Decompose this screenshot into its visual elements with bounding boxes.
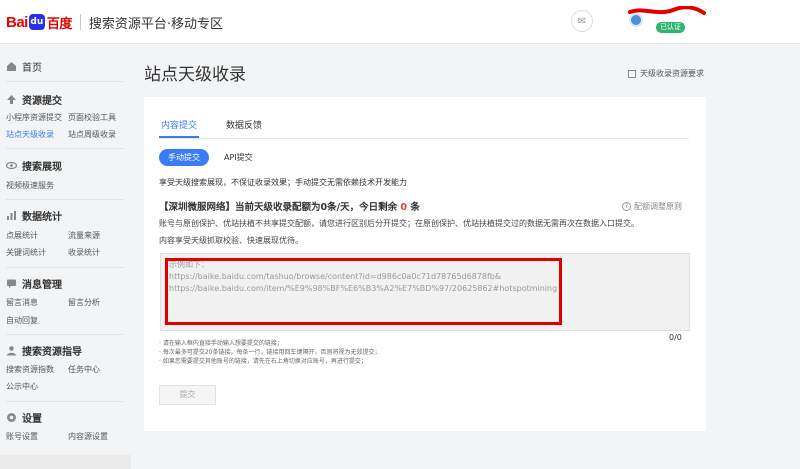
- tip-line: · 请在输入框内直接手动输入想要提交的链接；: [159, 340, 283, 347]
- sidebar-footer: [0, 455, 131, 469]
- page-title: 站点天级收录: [144, 65, 246, 85]
- sidebar-item-weekly-index[interactable]: 站点周级收录: [68, 129, 116, 140]
- url-counter: 0/0: [669, 333, 682, 342]
- tip-line: · 每次最多可提交20条链接，每条一行，链接用回车键隔开，否则将视为无效提交；: [159, 349, 381, 356]
- manual-submit-button[interactable]: 手动提交: [159, 149, 209, 166]
- sidebar-item-notice-center[interactable]: 公示中心: [6, 381, 38, 392]
- sidebar-divider: [6, 81, 124, 82]
- submit-tips: · 请在输入框内直接手动输入想要提交的链接； · 每次最多可提交20条链接，每条…: [159, 339, 380, 366]
- sidebar-item-content-source-settings[interactable]: 内容源设置: [68, 431, 108, 442]
- quota-status: 【深圳微服网络】当前天级收录配额为0条/天，今日剩余 0 条: [159, 199, 420, 213]
- sidebar-item-miniprogram-submit[interactable]: 小程序资源提交: [6, 112, 62, 123]
- sidebar-divider: [6, 199, 124, 200]
- quota-prefix: 【深圳微服网络】当前天级收录配额为0条/天，今日剩余: [159, 202, 401, 213]
- note-original-protection: 账号与原创保护、优站扶植不共享提交配额，请您进行区别后分开提交；在原创保护、优站…: [159, 219, 639, 228]
- sidebar-section-title: 搜索展现: [22, 162, 62, 173]
- requirement-link[interactable]: 天级收录资源要求: [628, 68, 704, 79]
- sidebar-item-index-stats[interactable]: 收录统计: [68, 247, 100, 258]
- gear-icon: [7, 413, 16, 422]
- submit-button[interactable]: 提交: [159, 385, 216, 405]
- submit-card: 内容提交 数据反馈 手动提交 API提交 享受天级搜索展现，不保证收录效果；手动…: [144, 97, 706, 431]
- tab-content-submit[interactable]: 内容提交: [161, 118, 197, 131]
- sidebar: 首页 资源提交 小程序资源提交 页面校验工具 站点天级收录 站点周级收录 搜索展…: [0, 45, 131, 469]
- sidebar-section-title: 消息管理: [22, 280, 62, 291]
- quota-rule-label: 配额调整原则: [634, 202, 682, 211]
- sidebar-item-task-center[interactable]: 任务中心: [68, 364, 100, 375]
- sidebar-section-search-guide: 搜索资源指导: [6, 343, 82, 358]
- mail-icon[interactable]: ✉: [571, 10, 593, 32]
- sidebar-item-auto-reply[interactable]: 自动回复: [6, 315, 38, 326]
- sidebar-home-label: 首页: [22, 63, 42, 74]
- quota-rule-link[interactable]: ? 配额调整原则: [622, 201, 682, 212]
- sidebar-section-search-display: 搜索展现: [6, 158, 62, 173]
- sidebar-item-message-analysis[interactable]: 留言分析: [68, 297, 100, 308]
- platform-title: 搜索资源平台·移动专区: [88, 16, 223, 32]
- tip-line: · 如果您需要提交其他账号的链接，请先在右上角切换对应账号，再进行提交；: [159, 358, 367, 365]
- sidebar-item-keyword-stats[interactable]: 关键词统计: [6, 247, 46, 258]
- baidu-logo[interactable]: Bai du 百度 搜索资源平台·移动专区: [6, 13, 223, 32]
- sidebar-section-settings: 设置: [6, 410, 42, 425]
- sidebar-divider: [6, 148, 124, 149]
- sidebar-item-home[interactable]: 首页: [6, 59, 42, 74]
- document-icon: [628, 69, 636, 78]
- requirement-link-label: 天级收录资源要求: [640, 69, 704, 78]
- top-header: Bai du 百度 搜索资源平台·移动专区 ✉ 已认证: [0, 0, 800, 44]
- home-icon: [7, 62, 16, 71]
- sidebar-section-title: 设置: [22, 414, 42, 425]
- sidebar-item-daily-index[interactable]: 站点天级收录: [6, 129, 54, 140]
- upload-icon: [7, 95, 16, 104]
- message-icon: [7, 279, 16, 288]
- logo-divider: [79, 14, 81, 30]
- sidebar-item-display-stats[interactable]: 点展统计: [6, 230, 38, 241]
- sidebar-item-resource-index[interactable]: 搜索资源指数: [6, 364, 54, 375]
- bar-chart-icon: [7, 211, 16, 220]
- person-icon: [7, 346, 16, 356]
- sidebar-section-title: 资源提交: [22, 96, 62, 107]
- api-submit-button[interactable]: API提交: [224, 152, 253, 163]
- sidebar-item-traffic-source[interactable]: 流量来源: [68, 230, 100, 241]
- sidebar-divider: [6, 267, 124, 268]
- sidebar-section-title: 数据统计: [22, 212, 62, 223]
- sidebar-section-data-stats: 数据统计: [6, 208, 62, 223]
- sidebar-divider: [6, 401, 124, 402]
- logo-bai-text: Bai: [6, 13, 28, 31]
- quota-suffix: 条: [407, 202, 420, 213]
- logo-cn-text: 百度: [46, 15, 73, 31]
- tab-divider: [159, 138, 689, 139]
- sidebar-item-message-inbox[interactable]: 留言消息: [6, 297, 38, 308]
- eye-icon: [6, 161, 17, 170]
- paw-icon: du: [28, 14, 45, 30]
- note-crawl-benefit: 内容享受天级抓取校验、快速展现优待。: [159, 236, 303, 245]
- tab-data-feedback[interactable]: 数据反馈: [226, 118, 262, 131]
- user-avatar[interactable]: [629, 13, 643, 27]
- sidebar-section-title: 搜索资源指导: [22, 347, 82, 358]
- question-icon: ?: [622, 202, 631, 211]
- highlight-annotation-box: [165, 258, 562, 325]
- verified-badge: 已认证: [656, 22, 685, 33]
- sidebar-section-resource-submit: 资源提交: [6, 92, 62, 107]
- sidebar-section-messages: 消息管理: [6, 276, 62, 291]
- sidebar-divider: [6, 334, 124, 335]
- feature-description: 享受天级搜索展现，不保证收录效果；手动提交无需依赖技术开发能力: [159, 178, 407, 187]
- sidebar-item-page-check-tool[interactable]: 页面校验工具: [68, 112, 116, 123]
- sidebar-item-account-settings[interactable]: 账号设置: [6, 431, 38, 442]
- sidebar-item-video-service[interactable]: 视频极速服务: [6, 180, 54, 191]
